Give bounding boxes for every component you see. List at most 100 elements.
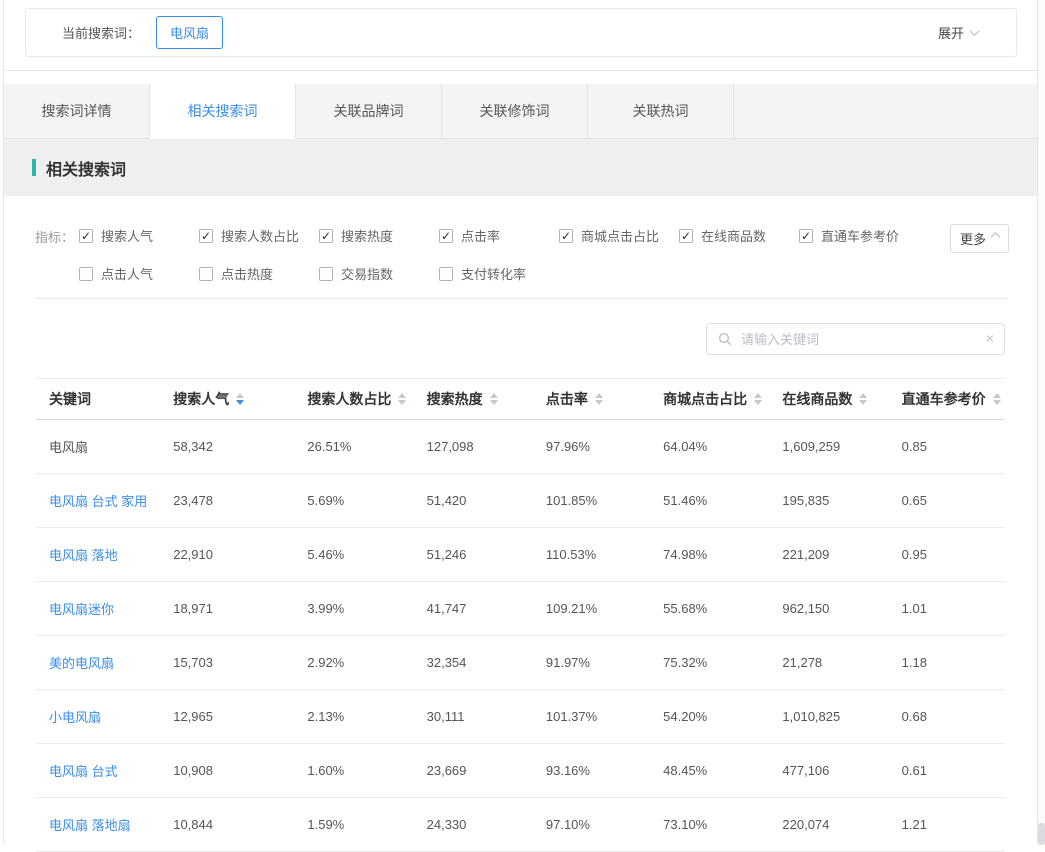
column-header-1[interactable]: 搜索人气: [173, 389, 307, 409]
sort-icon: [754, 393, 762, 405]
column-header-7[interactable]: 直通车参考价: [902, 389, 1005, 409]
value-cell: 12,965: [173, 709, 307, 724]
table-header-row: 关键词搜索人气搜索人数占比 搜索热度点击率 商城点击占比 在线商品数 直通车参考价: [36, 378, 1005, 420]
value-cell: 73.10%: [663, 817, 782, 832]
keyword-link[interactable]: 小电风扇: [49, 707, 173, 726]
value-cell: 110.53%: [546, 547, 663, 562]
table-row: 电风扇 落地22,9105.46%51,246110.53%74.98%221,…: [36, 528, 1005, 582]
tab-4[interactable]: 关联热词: [588, 84, 734, 139]
top-section: 当前搜索词： 电风扇 展开: [4, 0, 1037, 71]
value-cell: 91.97%: [546, 655, 663, 670]
value-cell: 54.20%: [663, 709, 782, 724]
checkbox-unchecked-icon: [199, 267, 213, 281]
table-row: 电风扇 台式10,9081.60%23,66993.16%48.45%477,1…: [36, 744, 1005, 798]
table-row: 电风扇迷你18,9713.99%41,747109.21%55.68%962,1…: [36, 582, 1005, 636]
filter-checkbox-label: 在线商品数: [701, 226, 766, 245]
value-cell: 51,420: [427, 493, 546, 508]
keyword-link[interactable]: 电风扇 台式 家用: [49, 491, 173, 510]
filter-checkbox[interactable]: ✓搜索人数占比: [199, 226, 319, 245]
filter-checkbox[interactable]: 点击人气: [79, 264, 199, 283]
column-header-label: 搜索人数占比: [307, 389, 391, 409]
value-cell: 221,209: [782, 547, 901, 562]
column-header-6[interactable]: 在线商品数: [782, 389, 901, 409]
tab-2[interactable]: 关联品牌词: [296, 84, 442, 139]
more-button[interactable]: 更多: [950, 224, 1009, 253]
value-cell: 1.21: [902, 817, 1005, 832]
value-cell: 0.61: [902, 763, 1005, 778]
checkbox-grid: ✓搜索人气✓搜索人数占比✓搜索热度✓点击率✓商城点击占比✓在线商品数✓直通车参考…: [79, 226, 919, 283]
metric-filters: 指标： ✓搜索人气✓搜索人数占比✓搜索热度✓点击率✓商城点击占比✓在线商品数✓直…: [4, 196, 1037, 283]
value-cell: 23,478: [173, 493, 307, 508]
value-cell: 1.60%: [307, 763, 426, 778]
value-cell: 23,669: [427, 763, 546, 778]
keyword-cell: 电风扇: [49, 437, 173, 456]
column-header-label: 商城点击占比: [663, 389, 747, 409]
checkbox-checked-icon: ✓: [559, 229, 573, 243]
checkbox-checked-icon: ✓: [319, 229, 333, 243]
value-cell: 21,278: [782, 655, 901, 670]
scrollbar-thumb[interactable]: [1038, 823, 1045, 845]
keyword-link[interactable]: 电风扇 台式: [49, 761, 173, 780]
expand-label: 展开: [938, 23, 964, 42]
value-cell: 97.96%: [546, 439, 663, 454]
tab-0[interactable]: 搜索词详情: [4, 84, 150, 139]
column-header-2[interactable]: 搜索人数占比: [307, 389, 426, 409]
column-header-5[interactable]: 商城点击占比: [663, 389, 782, 409]
tab-gap: [4, 71, 1037, 84]
table-body: 电风扇58,34226.51%127,09897.96%64.04%1,609,…: [36, 420, 1005, 852]
sort-icon: [859, 393, 867, 405]
filter-checkbox[interactable]: 交易指数: [319, 264, 439, 283]
page-title: 相关搜索词: [46, 156, 126, 180]
keyword-link[interactable]: 电风扇 落地: [49, 545, 173, 564]
value-cell: 101.37%: [546, 709, 663, 724]
value-cell: 101.85%: [546, 493, 663, 508]
value-cell: 75.32%: [663, 655, 782, 670]
filter-checkbox-label: 直通车参考价: [821, 226, 899, 245]
value-cell: 51,246: [427, 547, 546, 562]
page-frame: 当前搜索词： 电风扇 展开 搜索词详情相关搜索词关联品牌词关联修饰词关联热词 相…: [3, 0, 1038, 845]
expand-button[interactable]: 展开: [938, 9, 978, 56]
column-header-4[interactable]: 点击率: [546, 389, 663, 409]
filter-checkbox[interactable]: 支付转化率: [439, 264, 559, 283]
checkbox-checked-icon: ✓: [799, 229, 813, 243]
keyword-search-input[interactable]: [706, 323, 1005, 355]
column-header-0: 关键词: [49, 389, 173, 409]
value-cell: 48.45%: [663, 763, 782, 778]
sort-icon: [595, 393, 603, 405]
tab-1[interactable]: 相关搜索词: [150, 84, 296, 139]
table-row: 电风扇58,34226.51%127,09897.96%64.04%1,609,…: [36, 420, 1005, 474]
keyword-link[interactable]: 美的电风扇: [49, 653, 173, 672]
value-cell: 10,908: [173, 763, 307, 778]
sort-icon: [490, 393, 498, 405]
value-cell: 0.85: [902, 439, 1005, 454]
value-cell: 51.46%: [663, 493, 782, 508]
tab-bar: 搜索词详情相关搜索词关联品牌词关联修饰词关联热词: [4, 84, 1037, 139]
filter-checkbox[interactable]: ✓商城点击占比: [559, 226, 679, 245]
filter-checkbox[interactable]: ✓在线商品数: [679, 226, 799, 245]
filter-checkbox[interactable]: 点击热度: [199, 264, 319, 283]
column-header-3[interactable]: 搜索热度: [427, 389, 546, 409]
value-cell: 58,342: [173, 439, 307, 454]
column-header-label: 在线商品数: [782, 389, 852, 409]
value-cell: 15,703: [173, 655, 307, 670]
tab-3[interactable]: 关联修饰词: [442, 84, 588, 139]
filter-checkbox[interactable]: ✓搜索热度: [319, 226, 439, 245]
related-keywords-table: 关键词搜索人气搜索人数占比 搜索热度点击率 商城点击占比 在线商品数 直通车参考价 电风…: [36, 378, 1005, 852]
column-header-label: 点击率: [546, 389, 588, 409]
value-cell: 64.04%: [663, 439, 782, 454]
value-cell: 5.46%: [307, 547, 426, 562]
keyword-link[interactable]: 电风扇 落地扇: [49, 815, 173, 834]
value-cell: 3.99%: [307, 601, 426, 616]
filter-checkbox[interactable]: ✓搜索人气: [79, 226, 199, 245]
current-term-label: 当前搜索词：: [62, 23, 140, 42]
value-cell: 30,111: [427, 709, 546, 724]
clear-icon[interactable]: ×: [986, 330, 994, 346]
filter-checkbox-label: 点击率: [461, 226, 500, 245]
filter-checkbox[interactable]: ✓ 直通车参考价: [799, 226, 919, 245]
filter-checkbox[interactable]: ✓点击率: [439, 226, 559, 245]
current-term-tag[interactable]: 电风扇: [156, 16, 223, 49]
value-cell: 2.92%: [307, 655, 426, 670]
scrollbar-track[interactable]: [1038, 0, 1045, 845]
keyword-link[interactable]: 电风扇迷你: [49, 599, 173, 618]
value-cell: 10,844: [173, 817, 307, 832]
